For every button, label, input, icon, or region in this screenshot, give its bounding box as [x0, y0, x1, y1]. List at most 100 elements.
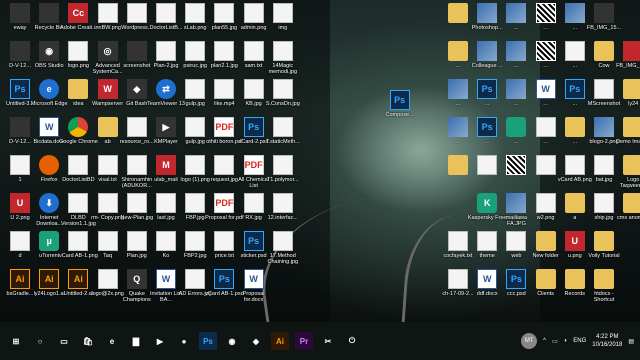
illustrator-icon[interactable]: Ai	[271, 332, 289, 350]
explorer-icon[interactable]: ▇	[127, 332, 145, 350]
doc-icon	[506, 231, 527, 251]
img-icon	[448, 117, 468, 137]
doc-icon	[214, 155, 235, 175]
doc-icon	[477, 231, 498, 251]
doc-icon	[185, 269, 206, 289]
desktop-icon-label: T1.polymor...	[266, 177, 299, 183]
ps-icon: Ps	[506, 269, 527, 289]
doc-icon	[272, 155, 293, 175]
ps-icon: Ps	[477, 117, 498, 137]
doc-icon	[10, 231, 30, 251]
img-icon	[477, 3, 498, 23]
doc-icon	[448, 269, 468, 289]
language-indicator[interactable]: ENG	[573, 338, 586, 344]
doc-icon	[594, 79, 614, 99]
task-view-icon[interactable]: ▭	[55, 332, 73, 350]
edge-icon[interactable]: e	[103, 332, 121, 350]
clock[interactable]: 4:22 PM 10/16/2018	[592, 333, 622, 349]
doc-icon	[594, 155, 614, 175]
dark-icon: Q	[126, 269, 147, 289]
store-icon[interactable]: 🛍	[79, 332, 97, 350]
desktop-icon-grid: eway Recycle Bin Cc Adobe Creati... innBW.pn…	[0, 0, 640, 322]
volume-icon[interactable]: ◖	[564, 338, 568, 344]
chrome-icon[interactable]: ◉	[223, 332, 241, 350]
doc-icon	[126, 117, 147, 137]
doc-icon	[243, 79, 264, 99]
word-icon: W	[39, 117, 60, 137]
doc-icon	[564, 155, 585, 175]
img-icon	[506, 3, 527, 23]
doc-icon	[185, 117, 206, 137]
doc-icon	[185, 193, 206, 213]
clock-date: 10/16/2018	[592, 342, 623, 348]
dark-icon	[594, 3, 614, 23]
premiere-icon[interactable]: Pr	[295, 332, 313, 350]
doc-icon	[477, 155, 498, 175]
desktop-icon-label: Compose...	[385, 112, 414, 119]
edge-icon: e	[39, 79, 60, 99]
doc-icon	[97, 193, 118, 213]
network-icon[interactable]: ▭	[552, 338, 558, 345]
app-icon	[506, 117, 527, 137]
folder-icon	[623, 79, 640, 99]
doc-icon	[272, 117, 293, 137]
img-icon	[506, 79, 527, 99]
action-center-icon[interactable]: ▤	[628, 338, 634, 345]
dark-icon: ◉	[39, 41, 60, 61]
screenshot-icon[interactable]: ✂	[319, 332, 337, 350]
folder-icon	[535, 231, 556, 251]
doc-icon	[214, 79, 235, 99]
ff-icon	[39, 155, 60, 175]
folder-icon	[564, 117, 585, 137]
img-icon	[506, 41, 527, 61]
clock-time: 4:22 PM	[596, 334, 619, 340]
img-icon	[564, 3, 585, 23]
notification-chevron-icon[interactable]: ^	[543, 338, 546, 344]
start-icon[interactable]: ⊞	[7, 332, 25, 350]
power-icon[interactable]: ⏻	[343, 332, 361, 350]
firefox-icon[interactable]: ●	[175, 332, 193, 350]
word-icon: W	[156, 269, 176, 289]
doc-icon	[68, 41, 89, 61]
media-icon[interactable]: ▶	[151, 332, 169, 350]
red-icon: W	[97, 79, 118, 99]
desktop-wallpaper: eway Recycle Bin Cc Adobe Creati... innBW.pn…	[0, 0, 640, 322]
chrome-icon	[68, 117, 89, 137]
red-icon: U	[10, 193, 30, 213]
desktop-icon-label: ly24	[628, 101, 639, 107]
desktop-icon-label: cms anomaly	[616, 215, 640, 221]
red-icon	[623, 41, 640, 61]
folder-icon	[564, 269, 585, 289]
search-icon[interactable]: ○	[31, 332, 49, 350]
folder-icon	[623, 117, 640, 137]
red-icon: U	[564, 231, 585, 251]
ps-icon: Ps	[243, 231, 264, 251]
doc-icon	[272, 41, 293, 61]
desktop-icon[interactable]: Ps Compose...	[380, 87, 420, 133]
doc-icon	[535, 155, 556, 175]
desktop-icon-label: Demo Images	[616, 139, 640, 145]
folder-icon	[594, 269, 614, 289]
qr-icon	[506, 155, 527, 175]
doc-icon	[272, 79, 293, 99]
edge-icon: ⇄	[156, 79, 176, 99]
doc-icon	[272, 193, 293, 213]
dark-icon	[10, 41, 30, 61]
folder-icon	[448, 155, 468, 175]
desktop-icon[interactable]: W Proposal for.docx	[234, 266, 274, 312]
app-icon[interactable]: ◆	[247, 332, 265, 350]
user-avatar[interactable]: MT	[521, 333, 538, 349]
word-icon: W	[535, 79, 556, 99]
desktop-icon-label: htdocs - Shortcut	[593, 291, 615, 303]
desktop-icon-label: img	[278, 25, 288, 31]
desktop-icon[interactable]: htdocs - Shortcut	[584, 266, 624, 312]
dark-icon	[126, 41, 147, 61]
ps-icon: Ps	[477, 79, 498, 99]
pdf-icon: PDF	[243, 155, 264, 175]
pdf-icon: PDF	[214, 193, 235, 213]
doc-icon	[156, 41, 176, 61]
photoshop-icon[interactable]: Ps	[199, 332, 217, 350]
doc-icon	[97, 269, 118, 289]
edge-icon: ⬇	[39, 193, 60, 213]
doc-icon	[126, 193, 147, 213]
